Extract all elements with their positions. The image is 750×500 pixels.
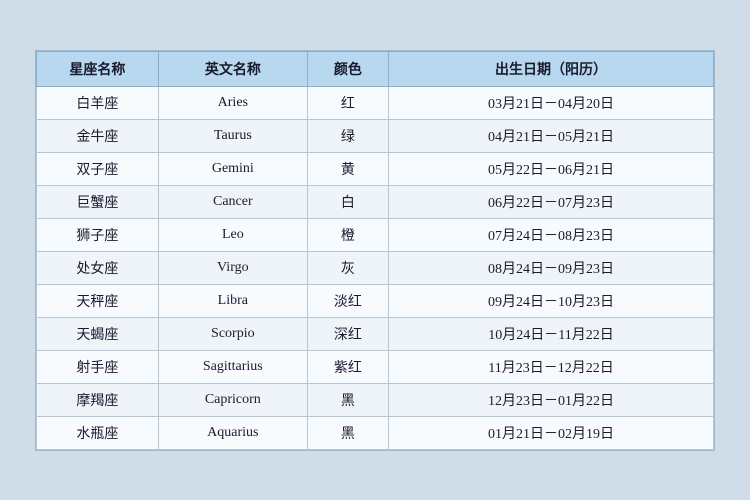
cell-color: 紫红 (307, 350, 388, 383)
cell-zh: 射手座 (37, 350, 159, 383)
cell-en: Aquarius (158, 416, 307, 449)
cell-en: Gemini (158, 152, 307, 185)
table-row: 天秤座Libra淡红09月24日－10月23日 (37, 284, 714, 317)
cell-color: 黑 (307, 416, 388, 449)
table-row: 白羊座Aries红03月21日－04月20日 (37, 86, 714, 119)
cell-zh: 处女座 (37, 251, 159, 284)
cell-color: 黑 (307, 383, 388, 416)
table-header-row: 星座名称 英文名称 颜色 出生日期（阳历） (37, 51, 714, 86)
cell-en: Leo (158, 218, 307, 251)
cell-color: 深红 (307, 317, 388, 350)
cell-en: Cancer (158, 185, 307, 218)
table-row: 摩羯座Capricorn黑12月23日－01月22日 (37, 383, 714, 416)
table-row: 金牛座Taurus绿04月21日－05月21日 (37, 119, 714, 152)
cell-date: 07月24日－08月23日 (389, 218, 714, 251)
cell-zh: 白羊座 (37, 86, 159, 119)
header-zh: 星座名称 (37, 51, 159, 86)
table-row: 天蝎座Scorpio深红10月24日－11月22日 (37, 317, 714, 350)
cell-color: 淡红 (307, 284, 388, 317)
cell-en: Taurus (158, 119, 307, 152)
cell-zh: 天秤座 (37, 284, 159, 317)
table-row: 狮子座Leo橙07月24日－08月23日 (37, 218, 714, 251)
cell-en: Aries (158, 86, 307, 119)
cell-en: Capricorn (158, 383, 307, 416)
cell-color: 绿 (307, 119, 388, 152)
zodiac-table: 星座名称 英文名称 颜色 出生日期（阳历） 白羊座Aries红03月21日－04… (36, 51, 714, 450)
cell-en: Sagittarius (158, 350, 307, 383)
cell-date: 12月23日－01月22日 (389, 383, 714, 416)
cell-date: 04月21日－05月21日 (389, 119, 714, 152)
cell-color: 橙 (307, 218, 388, 251)
cell-date: 10月24日－11月22日 (389, 317, 714, 350)
cell-zh: 巨蟹座 (37, 185, 159, 218)
cell-date: 06月22日－07月23日 (389, 185, 714, 218)
zodiac-table-container: 星座名称 英文名称 颜色 出生日期（阳历） 白羊座Aries红03月21日－04… (35, 50, 715, 451)
table-body: 白羊座Aries红03月21日－04月20日金牛座Taurus绿04月21日－0… (37, 86, 714, 449)
cell-zh: 狮子座 (37, 218, 159, 251)
cell-zh: 金牛座 (37, 119, 159, 152)
cell-date: 09月24日－10月23日 (389, 284, 714, 317)
cell-zh: 天蝎座 (37, 317, 159, 350)
header-color: 颜色 (307, 51, 388, 86)
cell-en: Scorpio (158, 317, 307, 350)
cell-date: 01月21日－02月19日 (389, 416, 714, 449)
cell-color: 白 (307, 185, 388, 218)
cell-en: Virgo (158, 251, 307, 284)
cell-date: 08月24日－09月23日 (389, 251, 714, 284)
cell-color: 黄 (307, 152, 388, 185)
table-row: 巨蟹座Cancer白06月22日－07月23日 (37, 185, 714, 218)
table-row: 双子座Gemini黄05月22日－06月21日 (37, 152, 714, 185)
table-row: 射手座Sagittarius紫红11月23日－12月22日 (37, 350, 714, 383)
cell-color: 红 (307, 86, 388, 119)
cell-zh: 水瓶座 (37, 416, 159, 449)
cell-date: 11月23日－12月22日 (389, 350, 714, 383)
header-date: 出生日期（阳历） (389, 51, 714, 86)
cell-zh: 双子座 (37, 152, 159, 185)
cell-date: 05月22日－06月21日 (389, 152, 714, 185)
table-row: 水瓶座Aquarius黑01月21日－02月19日 (37, 416, 714, 449)
cell-color: 灰 (307, 251, 388, 284)
header-en: 英文名称 (158, 51, 307, 86)
cell-date: 03月21日－04月20日 (389, 86, 714, 119)
cell-zh: 摩羯座 (37, 383, 159, 416)
table-row: 处女座Virgo灰08月24日－09月23日 (37, 251, 714, 284)
cell-en: Libra (158, 284, 307, 317)
